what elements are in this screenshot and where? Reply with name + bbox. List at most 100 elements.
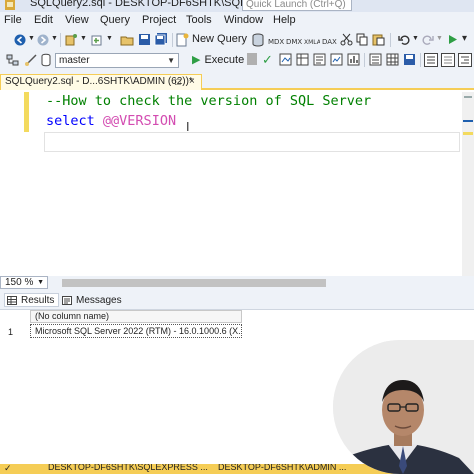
add-item-icon[interactable] (90, 33, 104, 47)
undo-icon[interactable] (398, 33, 411, 46)
xmla-query-icon[interactable]: XMLA (304, 33, 320, 47)
dax-query-icon[interactable]: DAX (322, 33, 338, 47)
quick-launch-input[interactable]: Quick Launch (Ctrl+Q) (242, 0, 352, 11)
scroll-caret-marker (463, 120, 473, 122)
results-to-grid-icon[interactable] (386, 53, 399, 66)
undo-dropdown-icon[interactable]: ▼ (412, 35, 419, 42)
toolbar-overflow-icon[interactable]: ▾ (462, 33, 467, 44)
execute-play-icon: ▶ (192, 54, 201, 66)
tab-messages-label: Messages (76, 294, 122, 306)
dmx-query-icon[interactable]: DMX (286, 33, 302, 47)
sql-editor-toolbar: master ▼ ▶ Execute ✓ (0, 50, 474, 70)
pin-icon[interactable]: □ (175, 75, 180, 89)
keyword-select: select (46, 113, 95, 129)
current-line-highlight (44, 132, 460, 152)
menu-view[interactable]: View (65, 14, 89, 26)
system-variable: @@VERSION (102, 113, 177, 129)
results-tab-strip: Results Messages (0, 290, 474, 310)
forward-dropdown-icon[interactable]: ▼ (51, 35, 58, 42)
include-plan-icon[interactable] (313, 53, 326, 66)
cancel-query-icon[interactable] (247, 53, 257, 65)
chevron-down-icon: ▼ (167, 56, 175, 65)
database-select[interactable]: master ▼ (55, 53, 179, 68)
title-bar: SQLQuery2.sql - DESKTOP-DF6SHTK\SQLEXPRE… (0, 0, 474, 12)
column-header[interactable]: (No column name) (30, 310, 242, 323)
svg-text:MDX: MDX (268, 38, 284, 46)
results-to-text-icon[interactable] (369, 53, 382, 66)
change-connection-icon[interactable] (24, 53, 38, 67)
connection-ok-icon: ✓ (4, 464, 12, 473)
start-debugging-icon[interactable] (446, 33, 459, 46)
database-select-value: master (59, 55, 90, 66)
zoom-bar: 150 % ▼ (0, 276, 474, 290)
tab-messages[interactable]: Messages (62, 293, 122, 307)
paste-icon[interactable] (372, 33, 385, 46)
editor-horizontal-scrollbar[interactable] (62, 279, 326, 287)
result-cell[interactable]: Microsoft SQL Server 2022 (RTM) - 16.0.1… (30, 324, 242, 338)
uncomment-lines-icon[interactable] (441, 53, 455, 67)
close-icon[interactable]: × (189, 75, 195, 89)
standard-toolbar: ▼ ▼ ▼ ▼ New Query MDX DMX XMLA DAX ▼ ▼ ▾ (0, 30, 474, 50)
menu-file[interactable]: File (4, 14, 22, 26)
scrollbar-thumb[interactable] (464, 96, 472, 98)
scroll-change-marker (463, 132, 473, 135)
menu-window[interactable]: Window (224, 14, 263, 26)
zoom-select[interactable]: 150 % ▼ (0, 276, 48, 289)
back-dropdown-icon[interactable]: ▼ (28, 35, 35, 42)
mdx-query-icon[interactable]: MDX (268, 33, 284, 47)
menu-help[interactable]: Help (273, 14, 296, 26)
document-tab-strip: SQLQuery2.sql - D...6SHTK\ADMIN (62))* □… (0, 70, 474, 90)
svg-text:DMX: DMX (286, 38, 302, 46)
forward-icon[interactable] (37, 34, 49, 46)
display-estimated-plan-icon[interactable] (279, 53, 292, 66)
menu-edit[interactable]: Edit (34, 14, 53, 26)
save-icon[interactable] (138, 33, 151, 46)
tab-results-label: Results (21, 294, 55, 306)
svg-text:XMLA: XMLA (304, 39, 320, 46)
menu-query[interactable]: Query (100, 14, 130, 26)
results-to-file-icon[interactable] (403, 53, 416, 66)
zoom-value: 150 % (5, 277, 34, 288)
open-folder-icon[interactable] (120, 33, 134, 47)
grid-icon (7, 295, 17, 305)
back-icon[interactable] (14, 34, 26, 46)
new-project-icon[interactable] (64, 33, 78, 47)
tab-results[interactable]: Results (4, 293, 60, 307)
code-line-1: --How to check the version of SQL Server (46, 93, 372, 109)
copy-icon[interactable] (356, 33, 369, 46)
webcam-overlay (333, 340, 474, 474)
new-query-icon[interactable] (176, 33, 189, 47)
object-explorer-icon[interactable] (6, 53, 20, 67)
status-server: DESKTOP-DF6SHTK\SQLEXPRESS ... (48, 464, 208, 472)
query-editor[interactable]: --How to check the version of SQL Server… (0, 92, 462, 276)
database-engine-query-icon[interactable] (252, 33, 266, 47)
cut-icon[interactable] (340, 33, 353, 46)
tab-sqlquery2[interactable]: SQLQuery2.sql - D...6SHTK\ADMIN (62))* □… (0, 74, 202, 90)
redo-dropdown-icon[interactable]: ▼ (436, 35, 443, 42)
row-number: 1 (8, 327, 14, 337)
available-databases-icon[interactable] (40, 53, 52, 67)
client-statistics-icon[interactable] (347, 53, 360, 66)
comment-lines-icon[interactable] (424, 53, 438, 67)
new-dropdown-icon[interactable]: ▼ (80, 35, 87, 42)
menu-tools[interactable]: Tools (186, 14, 212, 26)
editor-gutter (0, 92, 32, 276)
code-line-2: select @@VERSION (46, 113, 176, 129)
add-dropdown-icon[interactable]: ▼ (106, 35, 113, 42)
tab-label: SQLQuery2.sql - D...6SHTK\ADMIN (62))* (5, 76, 193, 87)
new-query-button[interactable]: New Query (192, 33, 247, 45)
menu-bar: File Edit View Query Project Tools Windo… (0, 12, 474, 30)
query-designer-icon[interactable] (296, 53, 309, 66)
parse-icon[interactable]: ✓ (262, 52, 273, 68)
redo-icon[interactable] (421, 33, 434, 46)
editor-vertical-scrollbar[interactable] (462, 92, 474, 276)
save-all-icon[interactable] (154, 33, 168, 46)
changed-lines-marker (24, 92, 29, 132)
decrease-indent-icon[interactable] (458, 53, 472, 67)
live-query-stats-icon[interactable] (330, 53, 343, 66)
chevron-down-icon: ▼ (37, 279, 44, 286)
presenter-video (333, 340, 474, 474)
ssms-app-icon (5, 0, 15, 10)
menu-project[interactable]: Project (142, 14, 176, 26)
execute-button[interactable]: ▶ Execute (192, 53, 244, 66)
